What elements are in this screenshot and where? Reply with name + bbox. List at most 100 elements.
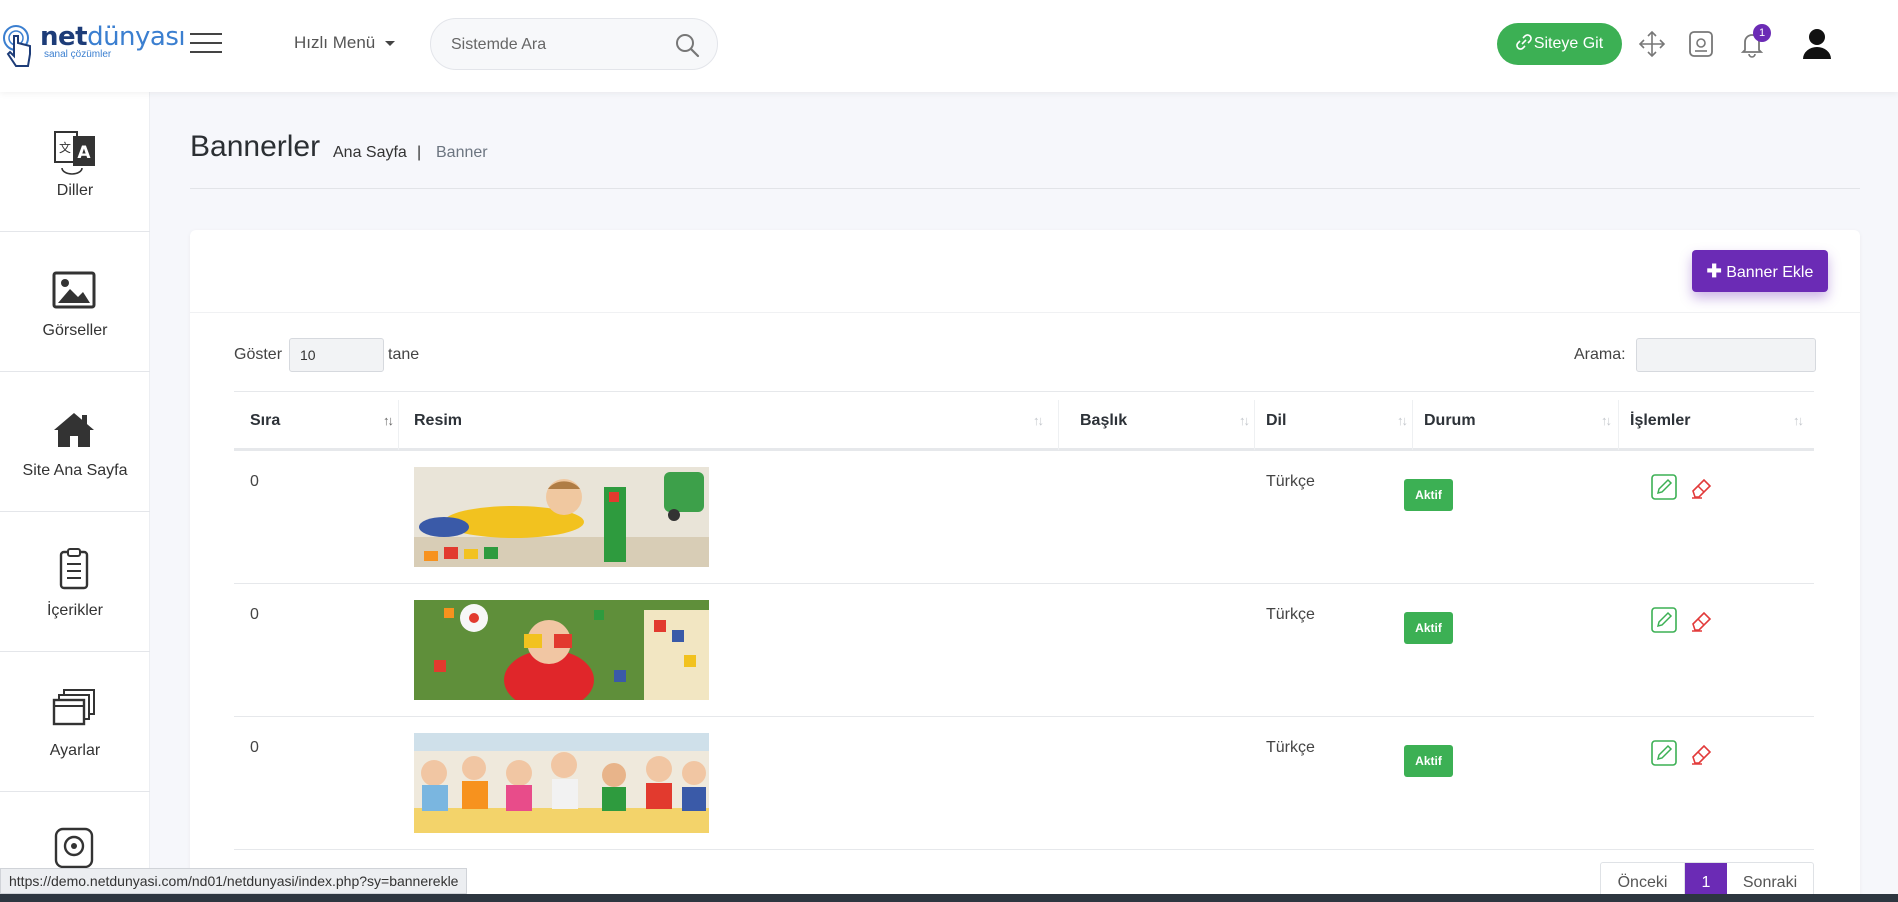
speaker-icon [54,827,94,869]
sidebar-item-label: Diller [56,182,94,199]
divider [190,312,1860,313]
plus-icon: ✚ [1706,261,1722,281]
sort-icon: ↑↓ [1793,413,1804,428]
column-label: Başlık [1080,412,1128,429]
status-badge[interactable]: Aktif [1404,479,1453,511]
eraser-delete-icon[interactable] [1688,739,1716,767]
visit-site-label: Siteye Git [1533,35,1604,52]
page-length-suffix: tane [388,346,420,363]
breadcrumb-home-link[interactable]: Ana Sayfa [333,144,407,162]
column-header-title[interactable]: Başlık ↑↓ [1080,392,1256,449]
sidebar-item-label: Site Ana Sayfa [22,462,128,479]
quick-menu-label: Hızlı Menü [294,33,376,52]
eraser-delete-icon[interactable] [1688,606,1716,634]
sidebar: A 文 Diller Görseller Site Ana Sayfa İçer… [0,92,150,902]
sidebar-item-label: İçerikler [46,602,103,619]
column-label: İşlemler [1630,412,1691,429]
banner-image [414,600,709,700]
logo[interactable]: netdünyası sanal çözümler [2,18,186,74]
user-avatar-icon[interactable] [1800,26,1834,60]
order-cell: 0 [250,473,259,490]
column-divider [1254,400,1255,450]
edit-icon[interactable] [1650,606,1678,634]
order-cell: 0 [250,606,259,623]
table-row: 0 Türkçe Aktif [234,717,1814,850]
edit-icon[interactable] [1650,473,1678,501]
banner-image [414,467,709,567]
table-row: 0 Türkçe Aktif [234,584,1814,717]
column-label: Dil [1266,412,1287,429]
column-divider [398,400,399,450]
sort-icon: ↑↓ [1601,413,1612,428]
sidebar-item-languages[interactable]: A 文 Diller [0,92,150,232]
sort-icon: ↑↓ [1033,413,1044,428]
global-search [430,18,718,70]
banner-thumbnail[interactable] [414,467,709,567]
caret-down-icon [385,41,396,47]
add-banner-label: Banner Ekle [1726,264,1814,281]
sort-icon: ↑↓ [1397,413,1408,428]
home-icon [54,413,94,447]
language-cell: Türkçe [1266,606,1315,623]
top-bar: netdünyası sanal çözümler Hızlı Menü Sit… [0,0,1898,92]
windows-icon [52,689,95,726]
device-icon[interactable] [1685,28,1717,60]
search-icon[interactable] [673,31,701,59]
status-badge[interactable]: Aktif [1404,745,1453,777]
language-cell: Türkçe [1266,739,1315,756]
menu-toggle-button[interactable] [190,33,222,55]
column-label: Resim [414,412,463,429]
banner-image [414,733,709,833]
sidebar-item-label: Ayarlar [49,742,101,759]
order-cell: 0 [250,739,259,756]
add-banner-button[interactable]: ✚ Banner Ekle [1692,250,1828,292]
clipboard-icon [59,548,89,590]
breadcrumb-separator: | [417,144,422,161]
breadcrumb-current: Banner [436,144,488,161]
column-header-actions[interactable]: İşlemler ↑↓ [1630,392,1810,449]
column-header-language[interactable]: Dil ↑↓ [1266,392,1414,449]
sidebar-item-settings[interactable]: Ayarlar [0,652,150,792]
search-input[interactable] [451,33,651,57]
taskbar-strip [0,894,1898,902]
language-icon: A 文 [54,131,95,175]
table-header: Sıra ↑↓ Resim ↑↓ Başlık ↑↓ Dil ↑↓ Durum ↑↓ İş… [234,391,1814,451]
table-search-label: Arama: [1574,346,1626,363]
edit-icon[interactable] [1650,739,1678,767]
table-row: 0 Türkçe Aktif [234,451,1814,584]
table-search-input[interactable] [1636,338,1816,372]
column-divider [1058,400,1059,450]
column-label: Durum [1424,412,1476,429]
divider [190,188,1860,189]
banner-thumbnail[interactable] [414,600,709,700]
sidebar-item-site-home[interactable]: Site Ana Sayfa [0,372,150,512]
status-badge[interactable]: Aktif [1404,612,1453,644]
eraser-delete-icon[interactable] [1688,473,1716,501]
column-divider [1618,400,1619,450]
sidebar-item-contents[interactable]: İçerikler [0,512,150,652]
hamburger-line [190,51,222,53]
fullscreen-icon[interactable] [1636,28,1668,60]
svg-text:文: 文 [59,140,71,155]
link-preview-url: https://demo.netdunyasi.com/nd01/netduny… [0,868,468,894]
column-label: Sıra [250,412,281,429]
sidebar-item-images[interactable]: Görseller [0,232,150,372]
page-title: Bannerler [190,130,321,163]
banner-list-card: ✚ Banner Ekle Göster tane Arama: Sıra ↑↓ … [190,230,1860,902]
hamburger-line [190,42,222,44]
hamburger-line [190,33,222,35]
notification-badge: 1 [1753,24,1771,42]
quick-menu-dropdown[interactable]: Hızlı Menü [294,33,396,53]
link-icon [1515,34,1532,50]
logo-tagline: sanal çözümler [44,49,112,60]
hand-pointer-logo-icon [3,25,31,67]
page-length-select[interactable] [289,338,384,372]
svg-text:A: A [77,143,91,163]
column-header-status[interactable]: Durum ↑↓ [1424,392,1618,449]
sidebar-item-label: Görseller [42,322,108,339]
banner-thumbnail[interactable] [414,733,709,833]
column-header-image[interactable]: Resim ↑↓ [414,392,1050,449]
column-header-order[interactable]: Sıra ↑↓ [250,392,400,449]
image-icon [52,271,96,309]
visit-site-button[interactable]: Siteye Git [1497,23,1622,65]
